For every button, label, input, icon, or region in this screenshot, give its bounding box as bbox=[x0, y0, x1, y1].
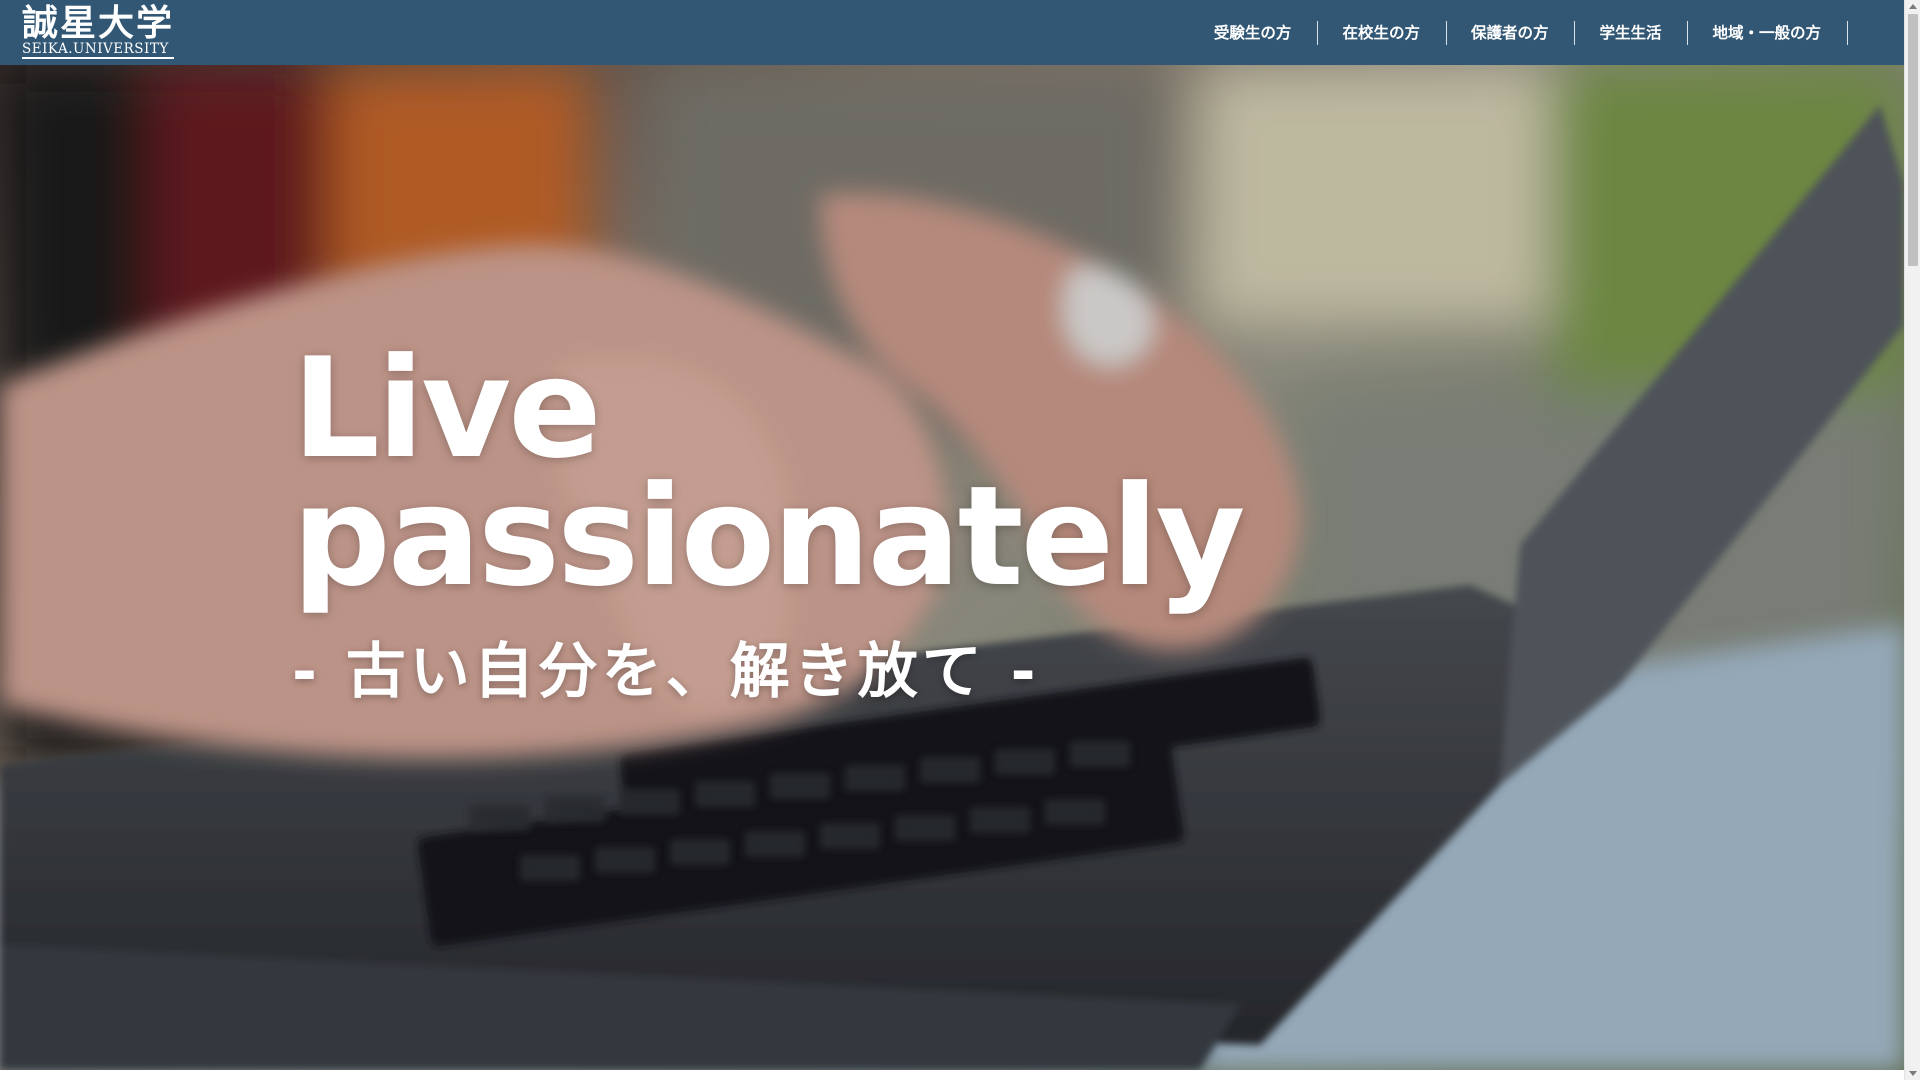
hero-section: Live passionately - 古い自分を、解き放て - bbox=[0, 65, 1904, 1070]
scroll-thumb[interactable] bbox=[1908, 14, 1918, 266]
hero-text: Live passionately - 古い自分を、解き放て - bbox=[292, 328, 1245, 710]
nav-parents[interactable]: 保護者の方 bbox=[1447, 21, 1576, 45]
main-nav: 受験生の方 在校生の方 保護者の方 学生生活 地域・一般の方 bbox=[1190, 21, 1848, 45]
logo-english: SEIKA.UNIVERSITY bbox=[22, 42, 175, 59]
nav-community-general[interactable]: 地域・一般の方 bbox=[1688, 21, 1848, 45]
scroll-down-arrow-icon[interactable] bbox=[1909, 1071, 1917, 1076]
page-scrollbar[interactable] bbox=[1904, 0, 1920, 1080]
hero-title-line1: Live bbox=[292, 328, 602, 489]
hero-title-line2: passionately bbox=[292, 456, 1245, 617]
page: 誠星大学 SEIKA.UNIVERSITY 受験生の方 在校生の方 保護者の方 … bbox=[0, 0, 1904, 1080]
nav-current-students[interactable]: 在校生の方 bbox=[1318, 21, 1447, 45]
university-logo[interactable]: 誠星大学 SEIKA.UNIVERSITY bbox=[22, 2, 175, 59]
hero-subtitle: - 古い自分を、解き放て - bbox=[292, 637, 1040, 707]
logo-kanji: 誠星大学 bbox=[22, 2, 175, 44]
site-header: 誠星大学 SEIKA.UNIVERSITY 受験生の方 在校生の方 保護者の方 … bbox=[0, 0, 1904, 65]
scroll-up-arrow-icon[interactable] bbox=[1909, 4, 1917, 9]
nav-student-life[interactable]: 学生生活 bbox=[1575, 21, 1689, 45]
nav-prospective-students[interactable]: 受験生の方 bbox=[1190, 21, 1319, 45]
